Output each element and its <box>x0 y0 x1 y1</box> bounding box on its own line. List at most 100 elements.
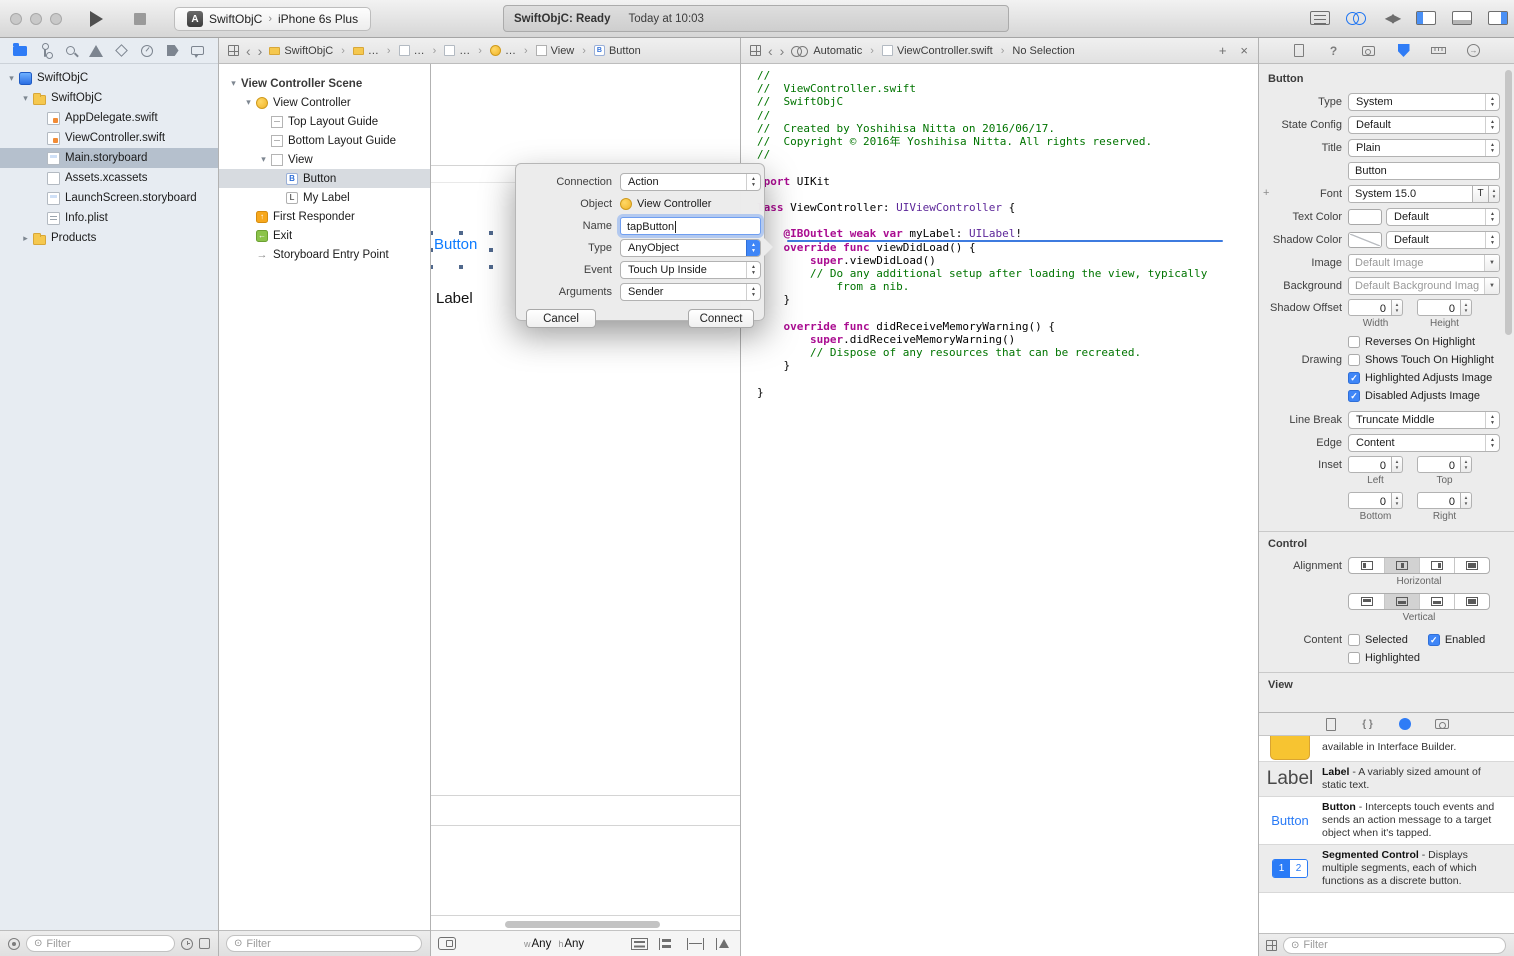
code-line[interactable] <box>757 214 1258 227</box>
line-break-popup[interactable]: Truncate Middle <box>1348 411 1500 429</box>
code-line[interactable]: lass ViewController: UIViewController { <box>757 201 1258 214</box>
filter-scope-icon[interactable] <box>8 938 20 950</box>
reverses-on-highlight-checkbox[interactable] <box>1348 336 1360 348</box>
navigator-row[interactable]: ▾SwiftObjC <box>0 68 218 88</box>
code-snippet-library-tab[interactable]: { } <box>1359 716 1377 732</box>
pin-icon[interactable] <box>687 938 704 950</box>
debug-navigator-tab[interactable] <box>139 43 155 59</box>
attributes-inspector-tab[interactable] <box>1395 43 1413 59</box>
add-localization-icon[interactable]: + <box>1263 187 1269 199</box>
window-minimize-button[interactable] <box>30 13 42 25</box>
code-line[interactable]: // <box>757 69 1258 82</box>
outline-row[interactable]: Bottom Layout Guide <box>218 131 430 150</box>
breadcrumb-item[interactable]: SwiftObjC <box>269 45 333 57</box>
inset-left-stepper[interactable]: 0 <box>1348 456 1403 473</box>
code-line[interactable]: } <box>757 386 1258 399</box>
identity-inspector-tab[interactable] <box>1360 43 1378 59</box>
title-style-popup[interactable]: Plain <box>1348 139 1500 157</box>
library-filter-field[interactable]: ⊙Filter <box>1283 937 1506 954</box>
cancel-button[interactable]: Cancel <box>526 309 596 328</box>
disclosure-triangle[interactable]: ▸ <box>20 233 31 244</box>
disclosure-triangle[interactable]: ▾ <box>258 154 269 165</box>
navigator-row[interactable]: Main.storyboard <box>0 148 218 168</box>
disclosure-triangle[interactable]: ▾ <box>228 78 239 89</box>
navigator-row[interactable]: ViewController.swift <box>0 128 218 148</box>
code-line[interactable]: // ViewController.swift <box>757 82 1258 95</box>
back-button[interactable]: ‹ <box>768 44 773 58</box>
add-assistant-editor-button[interactable]: + <box>1219 43 1227 58</box>
outline-row[interactable]: First Responder <box>218 207 430 226</box>
recent-files-icon[interactable] <box>181 938 193 950</box>
selection-handle[interactable] <box>488 264 494 270</box>
breadcrumb-item[interactable]: BButton <box>594 45 641 57</box>
outline-filter-field[interactable]: ⊙Filter <box>226 935 422 952</box>
align-horizontal-left-segment[interactable] <box>1349 558 1384 573</box>
object-library-tab[interactable] <box>1396 716 1414 732</box>
window-close-button[interactable] <box>10 13 22 25</box>
file-inspector-tab[interactable] <box>1290 43 1308 59</box>
highlighted-adjusts-image-checkbox[interactable] <box>1348 372 1360 384</box>
breadcrumb-item[interactable]: … <box>399 45 425 57</box>
grid-view-icon[interactable] <box>1266 940 1277 951</box>
navigator-row[interactable]: ▸Products <box>0 228 218 248</box>
navigator-row[interactable]: Assets.xcassets <box>0 168 218 188</box>
edge-popup[interactable]: Content <box>1348 434 1500 452</box>
breadcrumb-item[interactable]: View <box>536 45 575 57</box>
connections-inspector-tab[interactable]: → <box>1465 43 1483 59</box>
outline-row[interactable]: ▾View Controller <box>218 93 430 112</box>
find-navigator-tab[interactable] <box>63 43 79 59</box>
text-color-popup[interactable]: Default <box>1386 208 1500 226</box>
navigator-row[interactable]: LaunchScreen.storyboard <box>0 188 218 208</box>
align-horizontal-center-segment[interactable] <box>1384 558 1419 573</box>
quick-help-inspector-tab[interactable]: ? <box>1325 43 1343 59</box>
enabled-checkbox[interactable] <box>1428 634 1440 646</box>
font-field[interactable]: System 15.0 T <box>1348 185 1500 203</box>
horizontal-scrollbar[interactable] <box>505 921 660 928</box>
code-line[interactable]: super.viewDidLoad() <box>757 254 1258 267</box>
disclosure-triangle[interactable]: ▾ <box>6 73 17 84</box>
align-horizontal-right-segment[interactable] <box>1419 558 1454 573</box>
size-inspector-tab[interactable] <box>1430 43 1448 59</box>
breadcrumb-item[interactable]: … <box>490 45 516 57</box>
connect-button[interactable]: Connect <box>688 309 754 328</box>
code-line[interactable]: // Copyright © 2016年 Yoshihisa Nitta. Al… <box>757 135 1258 148</box>
code-line[interactable]: // Dispose of any resources that can be … <box>757 346 1258 359</box>
scheme-device[interactable]: iPhone 6s Plus <box>278 12 358 26</box>
assistant-editor-button[interactable] <box>1344 9 1368 27</box>
related-items-icon[interactable] <box>228 45 239 56</box>
button-title-field[interactable]: Button <box>1348 162 1500 180</box>
version-editor-button[interactable]: ◀▶ <box>1380 9 1404 27</box>
toggle-debug-area-button[interactable] <box>1450 9 1474 27</box>
test-navigator-tab[interactable] <box>114 43 130 59</box>
code-line[interactable]: // <box>757 109 1258 122</box>
selection-handle[interactable] <box>458 264 464 270</box>
code-line[interactable]: // <box>757 148 1258 161</box>
navigator-row[interactable]: AppDelegate.swift <box>0 108 218 128</box>
type-popup[interactable]: AnyObject <box>620 239 761 257</box>
font-size-stepper[interactable] <box>1489 185 1500 203</box>
shadow-offset-width-stepper[interactable]: 0 <box>1348 299 1403 316</box>
canvas-button[interactable]: Button <box>434 236 477 253</box>
code-line[interactable]: @IBOutlet weak var myLabel: UILabel! <box>757 227 1258 240</box>
toggle-navigator-button[interactable] <box>1414 9 1438 27</box>
outline-row[interactable]: ▾View Controller Scene <box>218 74 430 93</box>
file-template-library-tab[interactable] <box>1322 716 1340 732</box>
align-vertical-center-segment[interactable] <box>1384 594 1419 609</box>
align-vertical-fill-segment[interactable] <box>1454 594 1489 609</box>
code-line[interactable]: from a nib. <box>757 280 1258 293</box>
resolve-auto-layout-icon[interactable] <box>715 938 732 950</box>
stop-button[interactable] <box>134 13 146 25</box>
navigator-row[interactable]: ▾SwiftObjC <box>0 88 218 108</box>
align-horizontal-fill-segment[interactable] <box>1454 558 1489 573</box>
canvas-label[interactable]: Label <box>436 290 473 307</box>
selection-handle[interactable] <box>488 247 494 253</box>
forward-button[interactable]: › <box>780 44 785 58</box>
code-line[interactable]: super.didReceiveMemoryWarning() <box>757 333 1258 346</box>
size-class-control[interactable]: wAny hAny <box>524 938 584 950</box>
back-button[interactable]: ‹ <box>246 44 251 58</box>
background-combo[interactable]: Default Background Imag <box>1348 277 1500 295</box>
related-items-icon[interactable] <box>750 45 761 56</box>
assistant-mode-crumb[interactable]: Automatic <box>791 45 862 57</box>
code-line[interactable] <box>757 307 1258 320</box>
issue-navigator-tab[interactable] <box>88 43 104 59</box>
